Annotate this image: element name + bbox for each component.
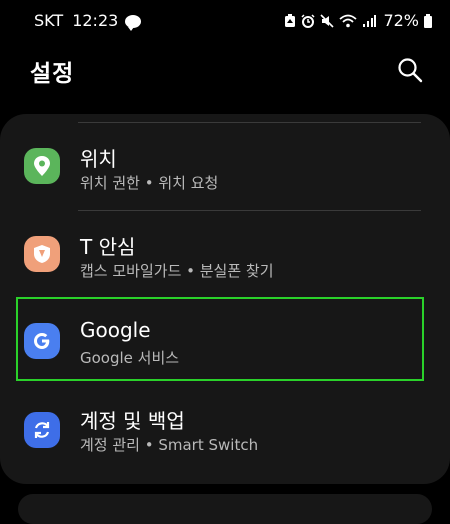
status-left: SKT 12:23	[34, 11, 142, 31]
setting-subtitle: 캡스 모바일가드 • 분실폰 찾기	[80, 262, 274, 280]
setting-title: 위치	[80, 147, 117, 171]
battery-icon	[424, 13, 432, 28]
signal-icon	[363, 14, 377, 27]
setting-subtitle: 계정 관리 • Smart Switch	[80, 436, 259, 454]
setting-google[interactable]: Google Google 서비스	[0, 298, 450, 384]
settings-card: 위치 위치 권한 • 위치 요청 T 안심 캡스 모바일가드 • 분실폰 찾기 …	[0, 114, 450, 484]
wifi-icon	[339, 14, 358, 27]
setting-location[interactable]: 위치 위치 권한 • 위치 요청	[0, 123, 450, 209]
carrier-label: SKT	[34, 11, 64, 30]
setting-title: 계정 및 백업	[80, 409, 185, 433]
sync-icon	[24, 412, 60, 448]
setting-t-safety[interactable]: T 안심 캡스 모바일가드 • 분실폰 찾기	[0, 211, 450, 297]
battery-saver-icon	[285, 13, 296, 27]
status-right: 72%	[284, 11, 432, 30]
setting-title: Google	[80, 318, 151, 342]
location-pin-icon	[24, 148, 60, 184]
alarm-icon	[301, 13, 315, 28]
kakaotalk-icon	[125, 15, 142, 31]
search-icon	[398, 58, 423, 83]
setting-subtitle: 위치 권한 • 위치 요청	[80, 174, 219, 192]
clock: 12:23	[72, 11, 119, 30]
search-button[interactable]	[396, 56, 424, 84]
battery-percent: 72%	[383, 11, 419, 30]
google-g-icon	[24, 323, 60, 359]
mute-icon	[320, 13, 335, 28]
next-settings-card	[18, 494, 432, 524]
setting-accounts-backup[interactable]: 계정 및 백업 계정 관리 • Smart Switch	[0, 385, 450, 471]
page-title: 설정	[30, 61, 75, 87]
setting-title: T 안심	[80, 235, 136, 259]
status-bar: SKT 12:23 72%	[0, 0, 450, 42]
setting-subtitle: Google 서비스	[80, 349, 180, 367]
shield-icon	[24, 236, 60, 272]
